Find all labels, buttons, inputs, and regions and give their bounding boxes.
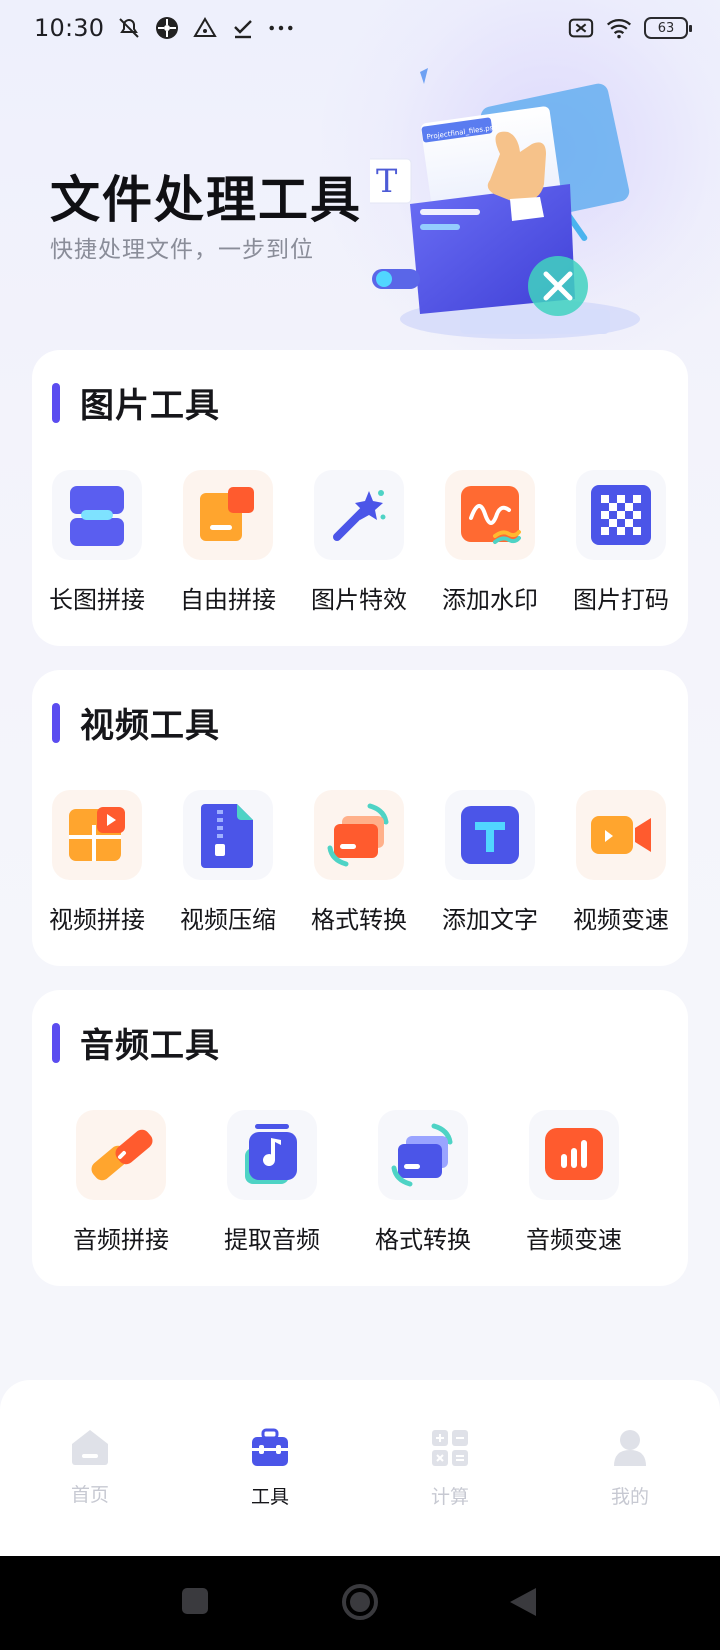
tool-label: 视频压缩	[180, 906, 276, 934]
tool-label: 提取音频	[224, 1226, 320, 1254]
video-tools-title: 视频工具	[80, 706, 220, 746]
format-convert-icon	[378, 1110, 468, 1200]
nav-label-mine: 我的	[610, 1486, 649, 1508]
tool-label: 音频变速	[526, 1226, 622, 1254]
magic-wand-icon	[314, 470, 404, 560]
pinwheel-icon	[154, 15, 180, 41]
tool-add-watermark[interactable]: 添加水印	[435, 470, 545, 615]
battery-icon: 63	[644, 17, 692, 39]
audio-tools-title: 音频工具	[80, 1026, 220, 1066]
tool-video-compress[interactable]: 视频压缩	[173, 790, 283, 935]
nav-item-calculate[interactable]: 计算	[390, 1428, 510, 1509]
tool-label: 图片特效	[311, 586, 407, 614]
video-tools-header: 视频工具	[52, 698, 220, 747]
tools-page: 10:30 63 文件处理工具 快捷处理文件，一步到位 Projectfinal…	[0, 0, 720, 1650]
triangle-alert-icon	[192, 15, 218, 41]
back-button[interactable]	[508, 1586, 538, 1622]
home-icon	[70, 1428, 110, 1470]
svg-text:T: T	[376, 162, 398, 200]
tool-add-text[interactable]: 添加文字	[435, 790, 545, 935]
home-button[interactable]	[340, 1582, 380, 1626]
section-accent-bar	[52, 1022, 60, 1063]
format-convert-icon	[314, 790, 404, 880]
tool-video-format-convert[interactable]: 格式转换	[304, 790, 414, 935]
tool-label: 添加水印	[442, 586, 538, 614]
video-camera-icon	[576, 790, 666, 880]
tool-image-effects[interactable]: 图片特效	[304, 470, 414, 615]
tool-free-stitch[interactable]: 自由拼接	[173, 470, 283, 615]
toolbox-icon	[250, 1428, 290, 1472]
mosaic-icon	[576, 470, 666, 560]
status-left: 10:30	[34, 14, 294, 42]
system-nav-bar	[0, 1556, 720, 1650]
tool-label: 图片打码	[573, 586, 669, 614]
hero-illustration: Projectfinal_files.psd T	[364, 64, 660, 354]
audio-tools-row: 音频拼接 提取音频 格式转换 音频变速	[32, 1110, 688, 1260]
music-note-icon	[227, 1110, 317, 1200]
tool-label: 音频拼接	[73, 1226, 169, 1254]
more-dots-icon	[268, 15, 294, 41]
recent-apps-button[interactable]	[180, 1586, 210, 1620]
watermark-icon	[445, 470, 535, 560]
nav-item-tools[interactable]: 工具	[210, 1428, 330, 1509]
tool-label: 格式转换	[311, 906, 407, 934]
nav-label-tools: 工具	[250, 1486, 289, 1508]
image-tools-card: 图片工具 长图拼接 自由拼接 图片特效 添加水印 图片打码	[32, 350, 688, 646]
image-tools-header: 图片工具	[52, 378, 220, 427]
zip-file-icon	[183, 790, 273, 880]
tool-audio-stitch[interactable]: 音频拼接	[66, 1110, 176, 1255]
free-stitch-icon	[183, 470, 273, 560]
audio-tools-header: 音频工具	[52, 1018, 220, 1067]
status-time: 10:30	[34, 14, 105, 42]
nav-item-mine[interactable]: 我的	[570, 1428, 690, 1509]
tool-long-image-stitch[interactable]: 长图拼接	[42, 470, 152, 615]
sim-off-icon	[568, 15, 594, 41]
nav-label-home: 首页	[70, 1484, 109, 1506]
calculator-icon	[430, 1428, 470, 1472]
tool-video-stitch[interactable]: 视频拼接	[42, 790, 152, 935]
audio-tools-card: 音频工具 音频拼接 提取音频 格式转换 音频变速	[32, 990, 688, 1286]
check-icon	[230, 15, 256, 41]
tool-extract-audio[interactable]: 提取音频	[217, 1110, 327, 1255]
video-tools-card: 视频工具 视频拼接 视频压缩 格式转换 添加文字 视频变速	[32, 670, 688, 966]
bottom-nav: 首页 工具 计算 我的	[0, 1380, 720, 1556]
battery-level: 63	[657, 20, 675, 36]
tool-video-speed[interactable]: 视频变速	[566, 790, 676, 935]
tool-label: 视频变速	[573, 906, 669, 934]
section-accent-bar	[52, 382, 60, 423]
tool-audio-speed[interactable]: 音频变速	[519, 1110, 629, 1255]
wifi-icon	[606, 15, 632, 41]
status-bar: 10:30 63	[0, 0, 720, 56]
section-accent-bar	[52, 702, 60, 743]
video-tools-row: 视频拼接 视频压缩 格式转换 添加文字 视频变速	[32, 790, 688, 940]
user-icon	[610, 1428, 650, 1472]
image-tools-row: 长图拼接 自由拼接 图片特效 添加水印 图片打码	[32, 470, 688, 620]
status-right: 63	[568, 15, 692, 41]
bar-chart-icon	[529, 1110, 619, 1200]
page-title: 文件处理工具	[50, 171, 362, 229]
tool-image-mosaic[interactable]: 图片打码	[566, 470, 676, 615]
video-stitch-icon	[52, 790, 142, 880]
mute-icon	[116, 15, 142, 41]
page-subtitle: 快捷处理文件，一步到位	[50, 237, 314, 263]
image-tools-title: 图片工具	[80, 386, 220, 426]
tool-label: 视频拼接	[49, 906, 145, 934]
long-image-stitch-icon	[52, 470, 142, 560]
audio-link-icon	[76, 1110, 166, 1200]
tool-label: 格式转换	[375, 1226, 471, 1254]
tool-label: 长图拼接	[49, 586, 145, 614]
tool-label: 自由拼接	[180, 586, 276, 614]
text-t-icon	[445, 790, 535, 880]
nav-item-home[interactable]: 首页	[30, 1428, 150, 1507]
tool-audio-format-convert[interactable]: 格式转换	[368, 1110, 478, 1255]
tool-label: 添加文字	[442, 906, 538, 934]
nav-label-calculate: 计算	[430, 1486, 469, 1508]
